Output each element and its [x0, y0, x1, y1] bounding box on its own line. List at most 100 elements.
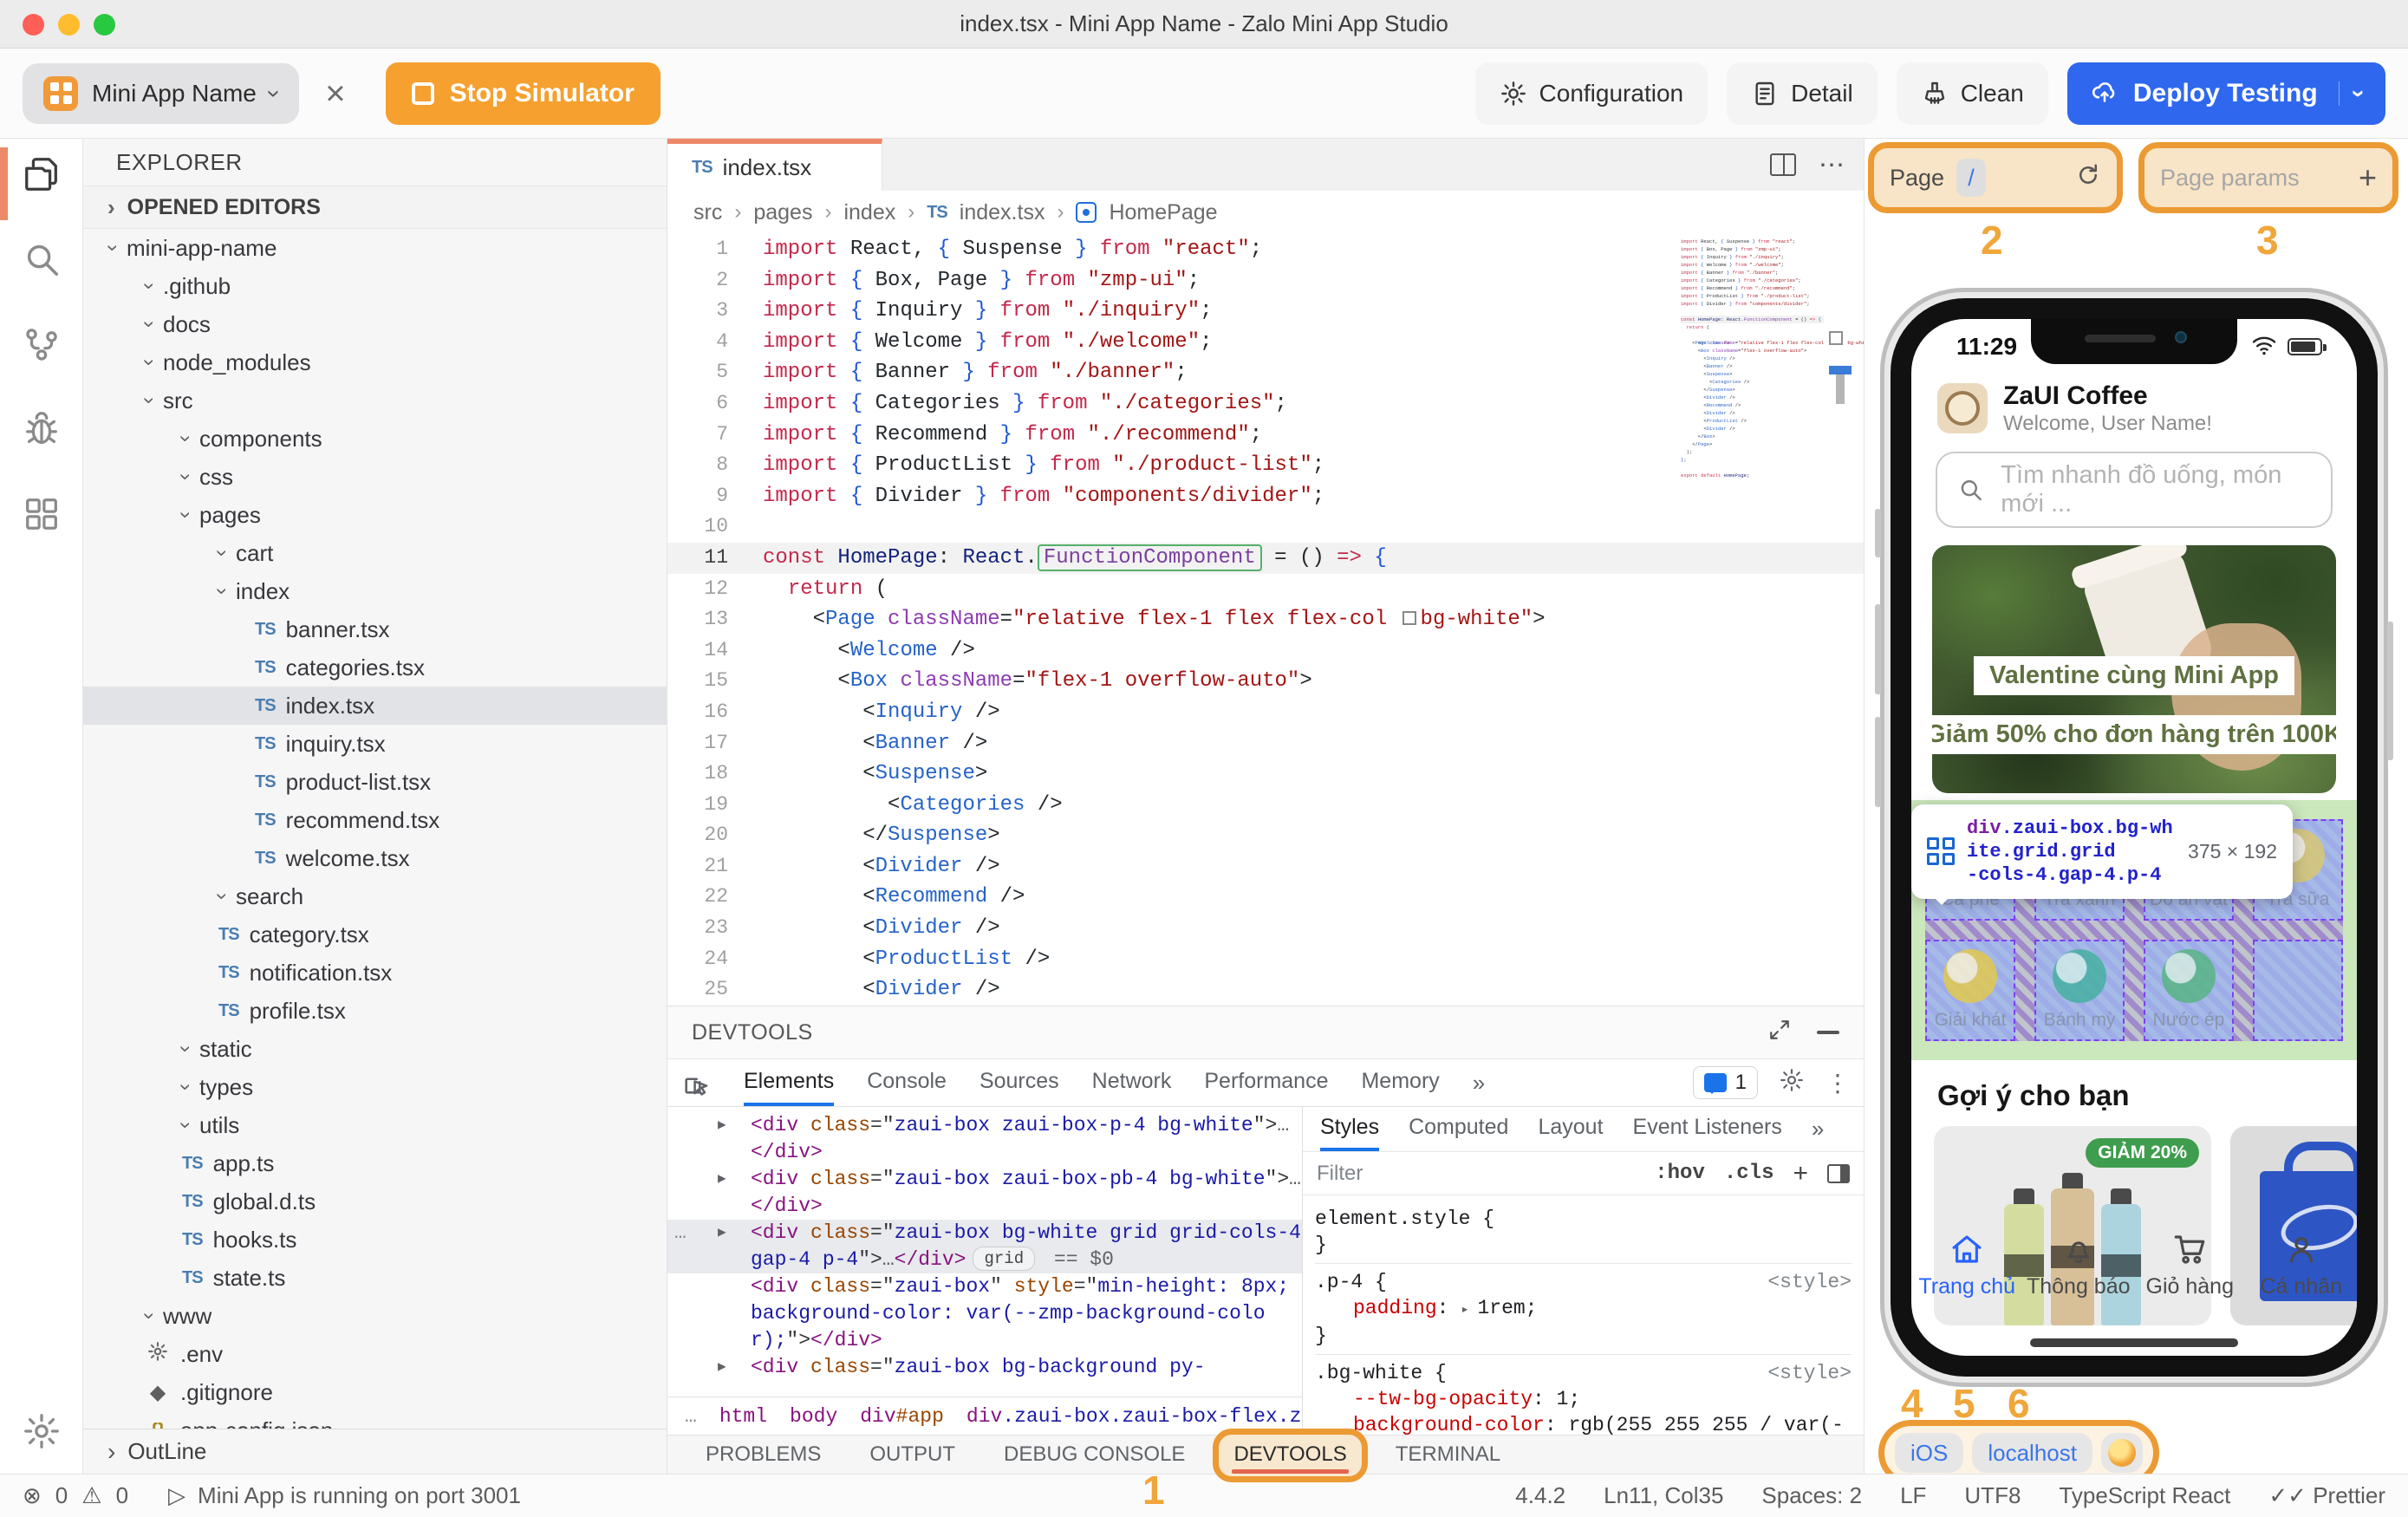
code-line[interactable]: 19 <Categories />: [667, 790, 1864, 821]
tree-folder[interactable]: › types: [83, 1068, 667, 1106]
code-line[interactable]: 20 </Suspense>: [667, 820, 1864, 851]
page-params-field[interactable]: Page params +: [2138, 142, 2398, 213]
devtools-menu-icon[interactable]: ⋮: [1826, 1069, 1850, 1097]
dom-breadcrumb-item[interactable]: div#app: [860, 1405, 944, 1428]
devtools-tab-console[interactable]: Console: [867, 1059, 947, 1106]
dom-node[interactable]: ▶ <div class="zaui-box zaui-box-pb-4 bg-w…: [667, 1166, 1302, 1220]
breadcrumb-file[interactable]: index.tsx: [960, 200, 1045, 225]
cls-toggle[interactable]: .cls: [1724, 1162, 1774, 1185]
dom-node[interactable]: ▶ <div class="zaui-box bg-background py-: [667, 1354, 1302, 1381]
code-line[interactable]: 17 <Banner />: [667, 728, 1864, 759]
css-rule[interactable]: <style> .bg-white {--tw-bg-opacity: 1; bac…: [1315, 1355, 1852, 1435]
configuration-button[interactable]: Configuration: [1474, 62, 1708, 125]
tree-folder[interactable]: › static: [83, 1030, 667, 1068]
formatter-status[interactable]: ✓✓ Prettier: [2268, 1482, 2385, 1509]
devtools-tab-performance[interactable]: Performance: [1204, 1059, 1328, 1106]
settings-gear-icon[interactable]: [22, 1411, 62, 1451]
dom-breadcrumb-item[interactable]: html: [719, 1405, 767, 1428]
expand-node-icon[interactable]: ▶: [718, 1166, 726, 1193]
more-tabs-icon[interactable]: »: [1473, 1070, 1485, 1097]
clean-button[interactable]: Clean: [1896, 62, 2048, 125]
deploy-testing-button[interactable]: Deploy Testing ›: [2066, 62, 2385, 125]
tree-folder[interactable]: › cart: [83, 534, 667, 572]
tree-file[interactable]: TS recommend.tsx: [83, 801, 667, 839]
add-param-icon[interactable]: +: [2359, 160, 2377, 196]
page-route-field[interactable]: Page /: [1868, 142, 2123, 213]
hov-toggle[interactable]: :hov: [1655, 1162, 1705, 1185]
tree-file[interactable]: TS profile.tsx: [83, 992, 667, 1030]
dom-breadcrumb[interactable]: … html body div#app div.zaui-box.zaui-box-fl…: [667, 1397, 1302, 1435]
devtools-tab-memory[interactable]: Memory: [1361, 1059, 1439, 1106]
debug-icon[interactable]: [22, 409, 62, 449]
stop-simulator-button[interactable]: Stop Simulator: [385, 62, 661, 125]
code-line[interactable]: 5import { Banner } from "./banner";: [667, 357, 1864, 388]
tree-folder[interactable]: › css: [83, 458, 667, 496]
eol-type[interactable]: LF: [1900, 1482, 1926, 1509]
tree-folder[interactable]: › www: [83, 1297, 667, 1335]
style-source[interactable]: <style>: [1767, 1269, 1852, 1295]
code-line[interactable]: 16 <Inquiry />: [667, 697, 1864, 728]
source-control-icon[interactable]: [22, 324, 62, 364]
dom-node[interactable]: ▶ <div class="zaui-box zaui-box-p-4 bg-wh…: [667, 1112, 1302, 1166]
tab-index-tsx[interactable]: TS index.tsx: [667, 139, 882, 191]
panel-tab-debug-console[interactable]: DEBUG CONSOLE: [1002, 1439, 1187, 1470]
tree-file[interactable]: TS banner.tsx: [83, 610, 667, 648]
promo-banner[interactable]: Valentine cùng Mini App Giảm 50% cho đơn…: [1932, 544, 2336, 793]
panel-tab-output[interactable]: OUTPUT: [868, 1439, 957, 1470]
tab-cart[interactable]: Giỏ hàng: [2134, 1208, 2246, 1321]
split-editor-icon[interactable]: [1770, 153, 1796, 176]
node-more-icon[interactable]: …: [674, 1220, 687, 1247]
code-line[interactable]: 4import { Welcome } from "./welcome";: [667, 327, 1864, 358]
css-rule[interactable]: element.style {}: [1315, 1201, 1852, 1264]
panel-tab-devtools[interactable]: DEVTOOLS: [1213, 1429, 1369, 1482]
tab-profile[interactable]: Cá nhân: [2246, 1208, 2358, 1321]
explorer-view-icon[interactable]: [22, 154, 62, 194]
sidebar-toggle-icon[interactable]: [1827, 1163, 1850, 1183]
code-line[interactable]: 10: [667, 511, 1864, 543]
tree-folder[interactable]: › components: [83, 420, 667, 458]
dom-breadcrumb-item[interactable]: div.zaui-box.zaui-box-flex.zau: [966, 1405, 1302, 1428]
editor-more-actions-icon[interactable]: ⋯: [1819, 150, 1846, 180]
os-chip[interactable]: iOS: [1895, 1433, 1964, 1473]
refresh-icon[interactable]: [2075, 162, 2101, 194]
code-line[interactable]: 9import { Divider } from "components/div…: [667, 481, 1864, 512]
new-style-rule-icon[interactable]: +: [1793, 1159, 1808, 1188]
devtools-tab-network[interactable]: Network: [1092, 1059, 1172, 1106]
tree-file[interactable]: TS notification.tsx: [83, 954, 667, 992]
extensions-icon[interactable]: [22, 494, 62, 534]
outline-section[interactable]: › OutLine: [83, 1429, 667, 1474]
app-selector[interactable]: Mini App Name ›: [23, 62, 300, 124]
tree-file[interactable]: TS category.tsx: [83, 915, 667, 954]
code-line[interactable]: 11const HomePage: React.FunctionComponen…: [667, 542, 1864, 574]
tree-file[interactable]: TS app.ts: [83, 1144, 667, 1182]
tab-home[interactable]: Trang chủ: [1911, 1208, 2023, 1321]
inspect-element-icon[interactable]: [681, 1068, 711, 1097]
detail-button[interactable]: Detail: [1727, 62, 1878, 125]
code-line[interactable]: 1import React, { Suspense } from "react"…: [667, 234, 1864, 265]
tree-file[interactable]: TS inquiry.tsx: [83, 725, 667, 763]
file-encoding[interactable]: UTF8: [1964, 1482, 2021, 1509]
close-window-button[interactable]: [23, 14, 44, 36]
tree-file[interactable]: TS hooks.ts: [83, 1221, 667, 1259]
cursor-position[interactable]: Ln11, Col35: [1604, 1482, 1723, 1509]
deploy-dropdown[interactable]: ›: [2338, 81, 2372, 106]
tree-file[interactable]: TS state.ts: [83, 1259, 667, 1297]
styles-tab-layout[interactable]: Layout: [1538, 1107, 1603, 1151]
breadcrumb-pages[interactable]: pages: [753, 200, 812, 225]
code-line[interactable]: 21 <Divider />: [667, 851, 1864, 882]
category-item[interactable]: Nước ép: [2144, 939, 2234, 1041]
tree-file[interactable]: TS global.d.ts: [83, 1182, 667, 1221]
search-input[interactable]: Tìm nhanh đồ uống, món mới ...: [1936, 451, 2333, 528]
tree-folder[interactable]: › node_modules: [83, 343, 667, 381]
dom-tree[interactable]: ▶ <div class="zaui-box zaui-box-p-4 bg-wh…: [667, 1107, 1302, 1397]
tree-file[interactable]: .env: [83, 1335, 667, 1373]
opened-editors-section[interactable]: › OPENED EDITORS: [83, 186, 667, 229]
tree-file[interactable]: TS welcome.tsx: [83, 839, 667, 877]
dom-node[interactable]: <div class="zaui-box" style="min-height:…: [667, 1273, 1302, 1354]
code-line[interactable]: 3import { Inquiry } from "./inquiry";: [667, 296, 1864, 327]
code-line[interactable]: 15 <Box className="flex-1 overflow-auto"…: [667, 666, 1864, 697]
code-line[interactable]: 8import { ProductList } from "./product-…: [667, 450, 1864, 481]
warnings-icon[interactable]: ⚠: [81, 1482, 101, 1509]
tree-file[interactable]: TS index.tsx: [83, 687, 667, 725]
tree-folder[interactable]: › search: [83, 877, 667, 915]
